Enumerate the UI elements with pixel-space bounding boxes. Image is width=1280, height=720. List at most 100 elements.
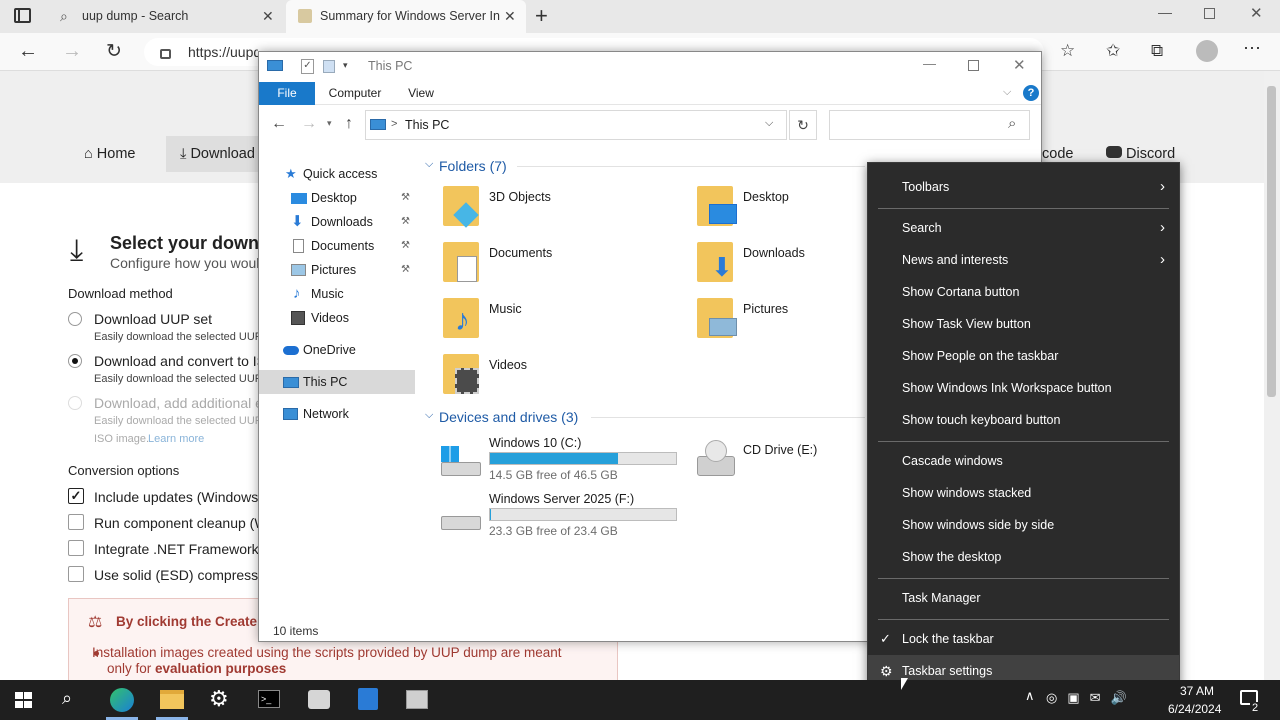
folder-pictures[interactable]: Pictures bbox=[693, 296, 863, 346]
close-icon[interactable]: ✕ bbox=[262, 0, 274, 33]
back-icon[interactable]: ← bbox=[18, 40, 38, 63]
chevron-down-icon[interactable]: ⌵ bbox=[425, 409, 433, 422]
folder-music[interactable]: ♪ Music bbox=[439, 296, 679, 346]
properties-icon[interactable]: ✓ bbox=[301, 59, 314, 74]
method-label[interactable]: Download, add additional editions bbox=[94, 395, 258, 411]
file-explorer-icon[interactable] bbox=[160, 690, 184, 709]
nav-download[interactable]: ⤓ Download bbox=[180, 146, 255, 162]
drive-c[interactable]: Windows 10 (C:) 14.5 GB free of 46.5 GB bbox=[439, 434, 679, 484]
tab-actions-icon[interactable] bbox=[14, 8, 31, 23]
clock-time[interactable]: 37 AM bbox=[1180, 684, 1214, 698]
profile-avatar[interactable] bbox=[1196, 40, 1218, 62]
nav-network[interactable]: Network bbox=[259, 402, 415, 426]
option-label[interactable]: Run component cleanup (W bbox=[94, 515, 258, 531]
menu-task-view[interactable]: Show Task View button bbox=[868, 308, 1179, 340]
menu-news-interests[interactable]: News and interests › bbox=[868, 244, 1179, 276]
drives-header[interactable]: Devices and drives (3) bbox=[439, 409, 578, 425]
scrollbar-thumb[interactable] bbox=[1267, 86, 1276, 397]
learn-more-link[interactable]: Learn more bbox=[148, 433, 204, 445]
nav-pictures[interactable]: Pictures ⚒ bbox=[259, 258, 415, 282]
menu-cascade[interactable]: Cascade windows bbox=[868, 445, 1179, 477]
search-box[interactable] bbox=[829, 110, 1030, 140]
close-icon[interactable]: ✕ bbox=[504, 0, 516, 33]
menu-side-by-side[interactable]: Show windows side by side bbox=[868, 509, 1179, 541]
nav-source-code[interactable]: code bbox=[1042, 146, 1073, 162]
tray-overflow-icon[interactable]: ∧ bbox=[1025, 688, 1035, 704]
nav-this-pc[interactable]: This PC bbox=[259, 370, 415, 394]
folder-documents[interactable]: Documents bbox=[439, 240, 679, 290]
minimize-icon[interactable]: — bbox=[1158, 4, 1172, 20]
more-icon[interactable]: ⋯ bbox=[1243, 38, 1261, 59]
favorites-icon[interactable]: ✩ bbox=[1106, 41, 1120, 61]
minimize-icon[interactable]: — bbox=[923, 56, 936, 71]
tab-uup-search[interactable]: ⌕ uup dump - Search ✕ bbox=[48, 0, 284, 33]
option-label[interactable]: Include updates (Windows bbox=[94, 489, 258, 505]
folder-3d-objects[interactable]: 3D Objects bbox=[439, 184, 679, 234]
nav-music[interactable]: ♪ Music bbox=[259, 282, 415, 306]
chevron-down-icon[interactable]: ⌵ bbox=[425, 158, 433, 171]
menu-lock-taskbar[interactable]: ✓ Lock the taskbar bbox=[868, 623, 1179, 655]
forward-icon[interactable]: → bbox=[62, 40, 82, 63]
radio-uup-set[interactable] bbox=[68, 312, 82, 326]
maximize-icon[interactable] bbox=[968, 60, 979, 71]
restore-icon[interactable] bbox=[1204, 8, 1215, 19]
help-icon[interactable]: ? bbox=[1023, 85, 1039, 101]
tab-file[interactable]: File bbox=[259, 82, 315, 105]
method-label[interactable]: Download UUP set bbox=[94, 311, 212, 327]
checkbox-component-cleanup[interactable] bbox=[68, 514, 84, 530]
clock-date[interactable]: 6/24/2024 bbox=[1168, 702, 1221, 716]
menu-cortana[interactable]: Show Cortana button bbox=[868, 276, 1179, 308]
edge-icon[interactable] bbox=[110, 688, 134, 712]
tab-view[interactable]: View bbox=[399, 82, 443, 105]
nav-home[interactable]: ⌂ Home bbox=[84, 146, 135, 162]
nav-onedrive[interactable]: OneDrive bbox=[259, 338, 415, 362]
forward-icon[interactable]: → bbox=[301, 115, 317, 133]
terminal-icon[interactable]: >_ bbox=[258, 690, 280, 708]
installer-box-icon[interactable] bbox=[308, 690, 330, 709]
checkbox-dotnet[interactable] bbox=[68, 540, 84, 556]
nav-desktop[interactable]: Desktop ⚒ bbox=[259, 186, 415, 210]
url-text[interactable]: https://uupdump.net/download.php?id=3229… bbox=[188, 44, 258, 60]
collections-icon[interactable]: ⧉ bbox=[1151, 41, 1163, 61]
nav-documents[interactable]: Documents ⚒ bbox=[259, 234, 415, 258]
folders-header[interactable]: Folders (7) bbox=[439, 158, 507, 174]
refresh-icon[interactable]: ↻ bbox=[789, 110, 817, 140]
folder-videos[interactable]: Videos bbox=[439, 352, 679, 402]
menu-search[interactable]: Search › bbox=[868, 212, 1179, 244]
tab-computer[interactable]: Computer bbox=[321, 82, 389, 105]
checkbox-include-updates[interactable]: ✓ bbox=[68, 488, 84, 504]
nav-quick-access[interactable]: ★ Quick access bbox=[259, 162, 415, 186]
settings-gear-icon[interactable]: ⚙ bbox=[209, 686, 229, 712]
nav-discord[interactable]: Discord bbox=[1106, 146, 1175, 162]
radio-additional-editions[interactable] bbox=[68, 396, 82, 410]
method-label[interactable]: Download and convert to ISO bbox=[94, 353, 258, 369]
menu-touch-keyboard[interactable]: Show touch keyboard button bbox=[868, 404, 1179, 436]
breadcrumb[interactable]: This PC bbox=[405, 118, 449, 132]
menu-show-desktop[interactable]: Show the desktop bbox=[868, 541, 1179, 573]
checkbox-solid-esd[interactable] bbox=[68, 566, 84, 582]
close-icon[interactable]: ✕ bbox=[1013, 56, 1026, 74]
menu-stacked[interactable]: Show windows stacked bbox=[868, 477, 1179, 509]
nav-videos[interactable]: Videos bbox=[259, 306, 415, 330]
up-icon[interactable]: ↑ bbox=[345, 115, 353, 133]
new-tab-icon[interactable]: + bbox=[535, 3, 548, 29]
qat-dropdown-icon[interactable]: ▾ bbox=[343, 60, 348, 71]
drive-e[interactable]: CD Drive (E:) bbox=[693, 434, 863, 484]
tab-summary[interactable]: Summary for Windows Server In ✕ bbox=[286, 0, 526, 33]
folder-desktop[interactable]: Desktop bbox=[693, 184, 863, 234]
menu-people[interactable]: Show People on the taskbar bbox=[868, 340, 1179, 372]
option-label[interactable]: Use solid (ESD) compression bbox=[94, 567, 258, 583]
menu-toolbars[interactable]: Toolbars › bbox=[868, 171, 1179, 203]
menu-ink[interactable]: Show Windows Ink Workspace button bbox=[868, 372, 1179, 404]
folder-downloads[interactable]: ⬇ Downloads bbox=[693, 240, 863, 290]
new-folder-icon[interactable] bbox=[323, 60, 335, 73]
recent-locations-icon[interactable]: ▾ bbox=[327, 118, 332, 129]
close-window-icon[interactable]: ✕ bbox=[1250, 4, 1263, 22]
add-favorite-icon[interactable]: ☆ bbox=[1060, 41, 1075, 61]
refresh-icon[interactable]: ↻ bbox=[106, 40, 122, 63]
back-icon[interactable]: ← bbox=[271, 115, 287, 133]
option-label[interactable]: Integrate .NET Framework bbox=[94, 541, 258, 557]
nav-downloads[interactable]: ⬇ Downloads ⚒ bbox=[259, 210, 415, 234]
search-icon[interactable]: ⌕ bbox=[62, 688, 72, 709]
puzzle-app-icon[interactable] bbox=[358, 688, 378, 710]
